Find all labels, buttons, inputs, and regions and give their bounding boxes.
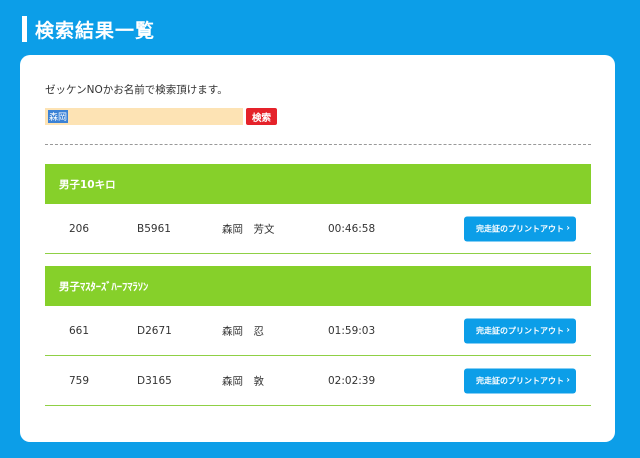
- result-row: 206 B5961 森岡 芳文 00:46:58 完走証のプリントアウト ›: [45, 204, 591, 254]
- print-button-label: 完走証のプリントアウト: [476, 224, 564, 233]
- category-section: 男子10キロ 206 B5961 森岡 芳文 00:46:58 完走証のプリント…: [45, 164, 591, 254]
- bib-number: 661: [69, 324, 90, 337]
- search-input-value: 森岡: [48, 110, 69, 123]
- runner-name: 森岡 芳文: [222, 223, 275, 235]
- category-section: 男子ﾏｽﾀｰｽﾞﾊｰﾌﾏﾗｿﾝ 661 D2671 森岡 忍 01:59:03 …: [45, 266, 591, 406]
- finish-time: 01:59:03: [328, 324, 376, 337]
- divider: [45, 144, 591, 145]
- runner-id: B5961: [137, 222, 171, 235]
- finish-time: 00:46:58: [328, 222, 376, 235]
- category-header: 男子ﾏｽﾀｰｽﾞﾊｰﾌﾏﾗｿﾝ: [45, 266, 591, 306]
- print-certificate-button[interactable]: 完走証のプリントアウト ›: [464, 216, 576, 241]
- bib-number: 206: [69, 222, 90, 235]
- search-input[interactable]: 森岡: [45, 108, 243, 125]
- category-header: 男子10キロ: [45, 164, 591, 204]
- search-instruction: ゼッケンNOかお名前で検索頂けます。: [45, 84, 228, 96]
- finish-time: 02:02:39: [328, 374, 376, 387]
- bib-number: 759: [69, 374, 90, 387]
- runner-name: 森岡 敦: [222, 375, 264, 387]
- result-row: 661 D2671 森岡 忍 01:59:03 完走証のプリントアウト ›: [45, 306, 591, 356]
- search-row: 森岡 検索: [45, 108, 278, 125]
- runner-id: D3165: [137, 374, 172, 387]
- results-card: ゼッケンNOかお名前で検索頂けます。 森岡 検索 男子10キロ 206 B596…: [20, 55, 615, 442]
- print-button-label: 完走証のプリントアウト: [476, 376, 564, 385]
- print-button-label: 完走証のプリントアウト: [476, 326, 564, 335]
- page-title: 検索結果一覧: [35, 19, 156, 42]
- page-header: 検索結果一覧: [22, 16, 155, 42]
- print-certificate-button[interactable]: 完走証のプリントアウト ›: [464, 318, 576, 343]
- chevron-right-icon: ›: [566, 375, 570, 386]
- chevron-right-icon: ›: [566, 325, 570, 336]
- chevron-right-icon: ›: [566, 223, 570, 234]
- search-button[interactable]: 検索: [246, 108, 278, 125]
- runner-name: 森岡 忍: [222, 325, 264, 337]
- print-certificate-button[interactable]: 完走証のプリントアウト ›: [464, 368, 576, 393]
- result-row: 759 D3165 森岡 敦 02:02:39 完走証のプリントアウト ›: [45, 356, 591, 406]
- runner-id: D2671: [137, 324, 172, 337]
